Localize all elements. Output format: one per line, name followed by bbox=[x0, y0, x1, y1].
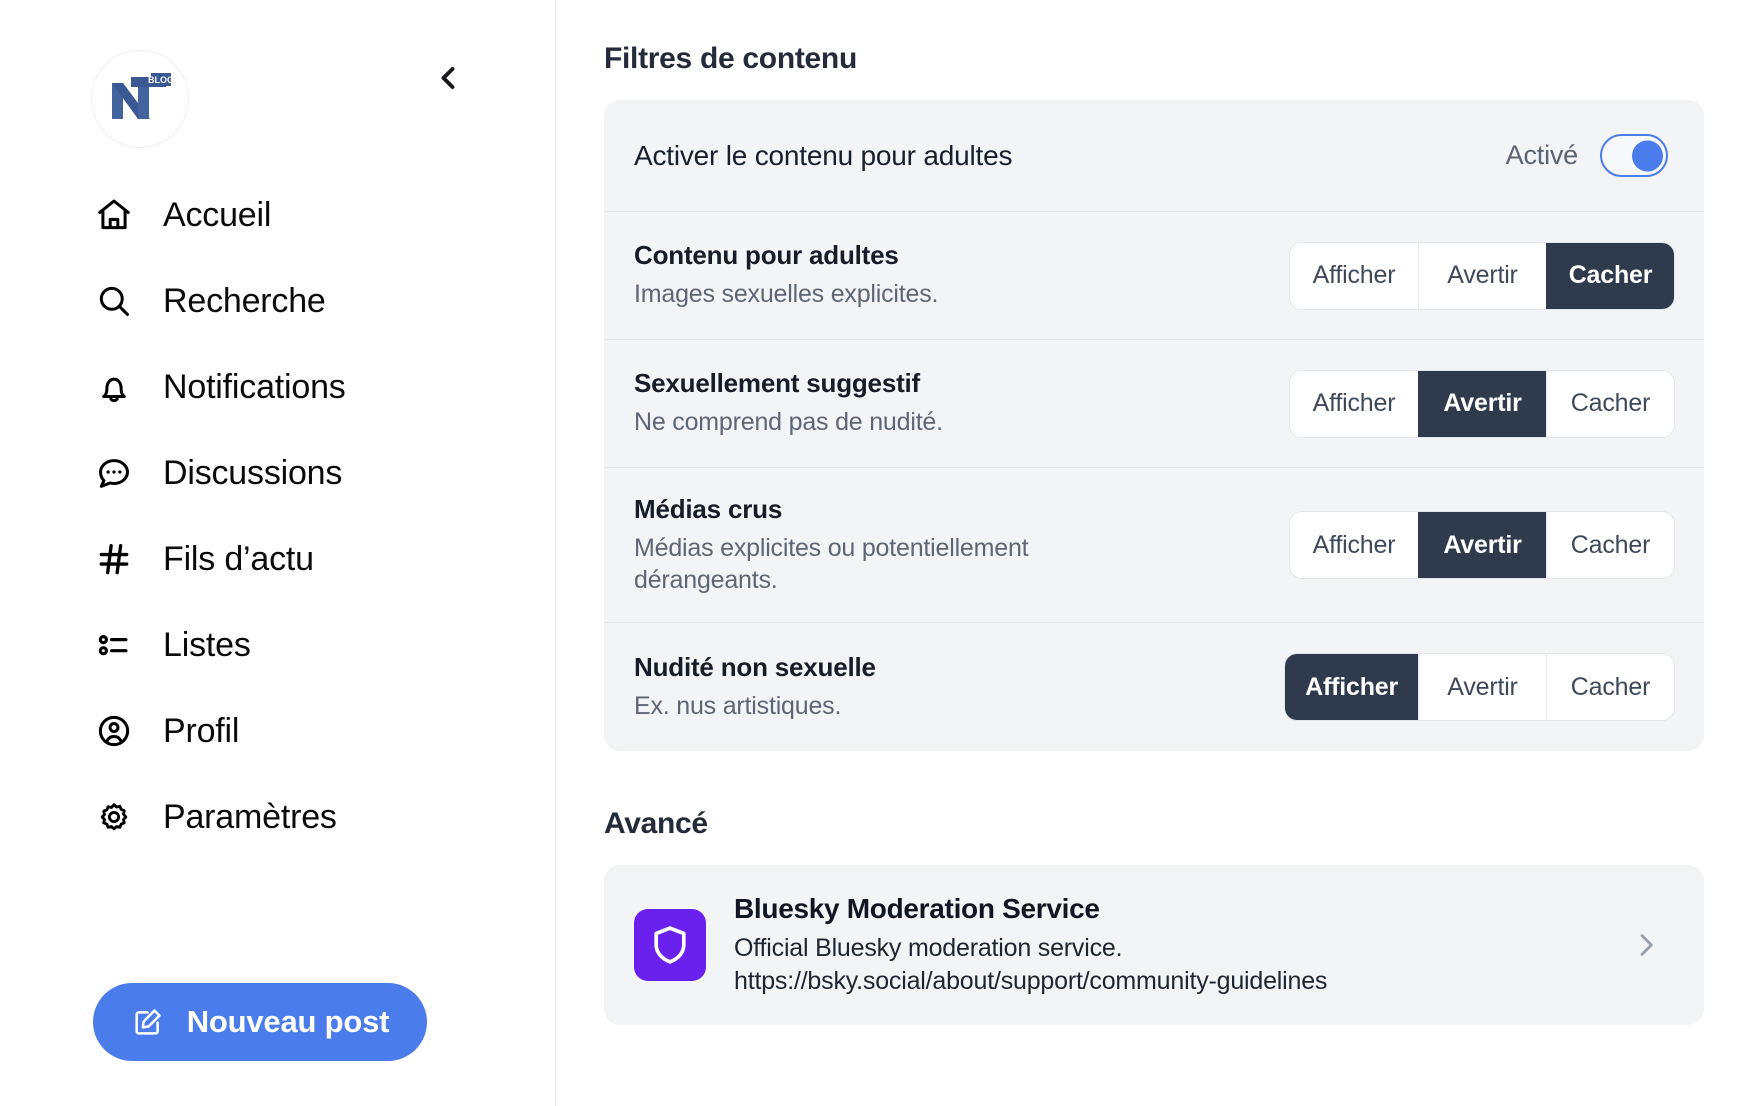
filter-description: Images sexuelles explicites. bbox=[634, 280, 939, 309]
filter-text: Médias crus Médias explicites ou potenti… bbox=[634, 494, 1064, 596]
sidebar-item-accueil[interactable]: Accueil bbox=[0, 172, 555, 258]
filter-segmented-control: Afficher Avertir Cacher bbox=[1290, 242, 1674, 309]
filter-description: Médias explicites ou potentiellement dér… bbox=[634, 534, 1029, 594]
sidebar-item-notifications[interactable]: Notifications bbox=[0, 344, 555, 430]
chat-bubble-icon bbox=[93, 452, 135, 494]
sidebar-item-recherche[interactable]: Recherche bbox=[0, 258, 555, 344]
segment-avertir[interactable]: Avertir bbox=[1418, 512, 1546, 578]
adult-content-switch[interactable] bbox=[1600, 134, 1668, 177]
avatar[interactable]: BLOG bbox=[91, 50, 189, 148]
filter-row: Sexuellement suggestif Ne comprend pas d… bbox=[604, 340, 1704, 468]
collapse-sidebar-button[interactable] bbox=[420, 50, 476, 106]
filter-name: Nudité non sexuelle bbox=[634, 651, 876, 682]
segment-afficher[interactable]: Afficher bbox=[1285, 654, 1418, 720]
sidebar: BLOG Accueil Recherche Notifications Dis… bbox=[0, 0, 556, 1106]
compose-pencil-icon bbox=[131, 1005, 165, 1039]
segment-avertir[interactable]: Avertir bbox=[1418, 242, 1546, 309]
segment-cacher[interactable]: Cacher bbox=[1546, 370, 1674, 437]
switch-knob bbox=[1632, 140, 1663, 171]
sidebar-item-discussions[interactable]: Discussions bbox=[0, 430, 555, 516]
filter-text: Nudité non sexuelle Ex. nus artistiques. bbox=[634, 652, 876, 723]
adult-content-toggle-control: Activé bbox=[1506, 134, 1668, 177]
sidebar-item-listes[interactable]: Listes bbox=[0, 602, 555, 688]
filter-text: Contenu pour adultes Images sexuelles ex… bbox=[634, 240, 938, 311]
sidebar-item-profil[interactable]: Profil bbox=[0, 688, 555, 774]
sidebar-item-label: Discussions bbox=[163, 454, 343, 492]
adult-content-toggle-row[interactable]: Activer le contenu pour adultes Activé bbox=[604, 100, 1704, 212]
sidebar-item-label: Profil bbox=[163, 712, 240, 750]
filter-name: Médias crus bbox=[634, 494, 783, 524]
segment-avertir[interactable]: Avertir bbox=[1418, 654, 1546, 720]
segment-cacher[interactable]: Cacher bbox=[1546, 654, 1674, 720]
new-post-button[interactable]: Nouveau post bbox=[93, 983, 427, 1061]
sidebar-item-parametres[interactable]: Paramètres bbox=[0, 774, 555, 860]
segment-cacher[interactable]: Cacher bbox=[1546, 512, 1674, 578]
filter-segmented-control: Afficher Avertir Cacher bbox=[1290, 370, 1674, 437]
sidebar-item-label: Paramètres bbox=[163, 798, 337, 836]
filter-description: Ex. nus artistiques. bbox=[634, 691, 842, 720]
moderation-service-card[interactable]: Bluesky Moderation Service Official Blue… bbox=[604, 865, 1704, 1025]
sidebar-item-label: Listes bbox=[163, 626, 251, 664]
sidebar-item-label: Fils d’actu bbox=[163, 540, 314, 578]
filter-segmented-control: Afficher Avertir Cacher bbox=[1285, 654, 1674, 720]
app-root: BLOG Accueil Recherche Notifications Dis… bbox=[0, 0, 1742, 1106]
sidebar-item-label: Recherche bbox=[163, 282, 326, 320]
new-post-label: Nouveau post bbox=[186, 1004, 390, 1039]
page-title: Filtres de contenu bbox=[604, 42, 857, 75]
content-filters-card: Activer le contenu pour adultes Activé C… bbox=[604, 100, 1704, 751]
moderation-service-title: Bluesky Moderation Service bbox=[734, 893, 1100, 924]
adult-content-toggle-state: Activé bbox=[1505, 140, 1579, 170]
moderation-service-description: Official Bluesky moderation service. bbox=[734, 934, 1123, 962]
gear-icon bbox=[93, 796, 135, 838]
main-content: Filtres de contenu Activer le contenu po… bbox=[556, 0, 1742, 1106]
filter-description: Ne comprend pas de nudité. bbox=[634, 408, 943, 437]
user-circle-icon bbox=[93, 710, 135, 752]
filter-name: Contenu pour adultes bbox=[634, 240, 899, 271]
filter-row: Contenu pour adultes Images sexuelles ex… bbox=[604, 212, 1704, 340]
adult-content-toggle-label: Activer le contenu pour adultes bbox=[634, 139, 1013, 171]
filter-row: Nudité non sexuelle Ex. nus artistiques.… bbox=[604, 623, 1704, 751]
sidebar-item-fils-dactu[interactable]: Fils d’actu bbox=[0, 516, 555, 602]
shield-icon bbox=[634, 909, 706, 981]
sidebar-header: BLOG bbox=[0, 0, 555, 150]
filter-row: Médias crus Médias explicites ou potenti… bbox=[604, 468, 1704, 623]
hash-icon bbox=[93, 538, 135, 580]
sidebar-nav: Accueil Recherche Notifications Discussi… bbox=[0, 172, 555, 860]
bell-icon bbox=[93, 366, 135, 408]
segment-afficher[interactable]: Afficher bbox=[1290, 370, 1418, 437]
filter-segmented-control: Afficher Avertir Cacher bbox=[1290, 512, 1674, 578]
segment-cacher[interactable]: Cacher bbox=[1546, 242, 1674, 309]
moderation-service-url: https://bsky.social/about/support/commun… bbox=[734, 966, 1328, 995]
list-icon bbox=[93, 624, 135, 666]
sidebar-item-label: Accueil bbox=[163, 196, 272, 234]
filter-text: Sexuellement suggestif Ne comprend pas d… bbox=[634, 368, 943, 439]
moderation-service-text: Bluesky Moderation Service Official Blue… bbox=[734, 893, 1598, 997]
nt-blog-logo-icon: BLOG bbox=[112, 73, 174, 119]
segment-avertir[interactable]: Avertir bbox=[1418, 370, 1546, 437]
search-icon bbox=[93, 280, 135, 322]
sidebar-item-label: Notifications bbox=[163, 368, 346, 406]
advanced-title: Avancé bbox=[604, 807, 708, 840]
filter-name: Sexuellement suggestif bbox=[634, 368, 921, 399]
chevron-left-icon bbox=[441, 67, 455, 89]
home-icon bbox=[93, 194, 135, 236]
chevron-right-icon[interactable] bbox=[1626, 925, 1666, 965]
segment-afficher[interactable]: Afficher bbox=[1290, 512, 1418, 578]
svg-text:BLOG: BLOG bbox=[148, 75, 174, 85]
segment-afficher[interactable]: Afficher bbox=[1290, 242, 1418, 309]
